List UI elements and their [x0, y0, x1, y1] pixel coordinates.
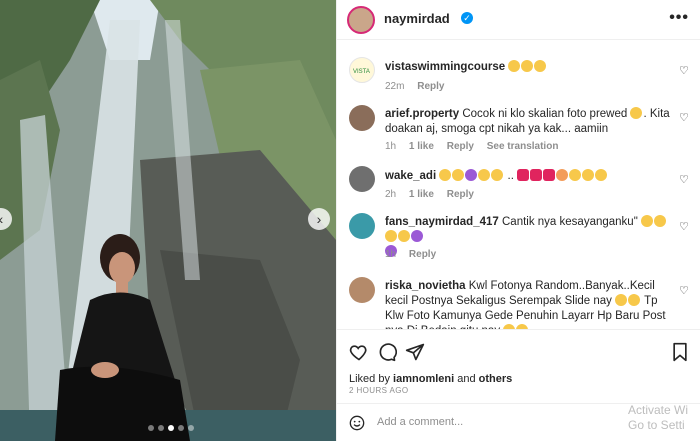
post-photo: ‹ › — [0, 0, 336, 441]
reply-button[interactable]: Reply — [417, 81, 444, 92]
heart-icon[interactable]: ♡ — [679, 113, 689, 124]
heart-icon[interactable]: ♡ — [679, 222, 689, 233]
carousel-dot-active — [168, 425, 174, 431]
vista-logo-icon: VISTA — [353, 69, 370, 75]
heart-emoji-icon — [543, 169, 556, 181]
thumbs-up-emoji-icon — [615, 294, 628, 306]
reply-button[interactable]: Reply — [447, 141, 474, 152]
carousel-dot — [148, 425, 154, 431]
emoji-icon — [478, 169, 491, 181]
avatar[interactable] — [349, 105, 375, 131]
comment-meta: 1h 1 like Reply See translation — [385, 141, 568, 152]
comment-username[interactable]: fans_naymirdad_417 — [385, 216, 499, 228]
comment-content: .. — [504, 170, 514, 182]
post-time: 2 HOURS AGO — [349, 386, 409, 395]
liked-by-others[interactable]: others — [479, 373, 513, 385]
comment-text: wake_adi .. — [385, 169, 675, 184]
more-options-icon[interactable]: ••• — [669, 9, 689, 27]
liked-by-text: Liked by iamnomleni and others — [349, 373, 512, 385]
emoji-icon — [491, 169, 504, 181]
chevron-right-icon[interactable]: › — [308, 208, 330, 230]
heart-eyes-emoji-icon — [521, 60, 534, 72]
emoji-icon — [595, 169, 608, 181]
smile-emoji-icon — [630, 107, 643, 119]
carousel-dot — [178, 425, 184, 431]
smiley-icon[interactable] — [349, 415, 365, 431]
comment-likes[interactable]: 1 like — [409, 189, 434, 200]
emoji-icon — [465, 169, 478, 181]
carousel-dot — [158, 425, 164, 431]
avatar[interactable]: VISTA — [349, 57, 375, 83]
post-actions — [337, 329, 700, 374]
comment-username[interactable]: wake_adi — [385, 170, 436, 182]
comment-text: vistaswimmingcourse — [385, 60, 675, 75]
bookmark-icon[interactable] — [671, 342, 689, 362]
thumbs-up-emoji-icon — [628, 294, 641, 306]
comment-icon[interactable] — [377, 342, 397, 362]
waterfall-image — [0, 0, 336, 441]
comment-time: 1h — [385, 249, 397, 260]
emoji-icon — [556, 169, 569, 181]
heart-eyes-emoji-icon — [534, 60, 547, 72]
comment-text: riska_novietha Kwl Fotonya Random..Banya… — [385, 279, 675, 329]
comment-time: 1h — [385, 141, 397, 152]
avatar[interactable] — [349, 277, 375, 303]
comment-content: Cantik nya kesayanganku" — [502, 216, 638, 228]
purple-heart-emoji-icon — [411, 230, 423, 242]
liked-by-prefix: Liked by — [349, 373, 390, 385]
comment-username[interactable]: riska_novietha — [385, 280, 466, 292]
activate-windows-line: Activate Wi — [628, 403, 689, 417]
carousel-dots — [148, 425, 194, 431]
emoji-icon — [439, 169, 452, 181]
emoji-icon — [569, 169, 582, 181]
post-header: naymirdad ✓ ••• — [337, 0, 700, 40]
liked-by-user[interactable]: iamnomleni — [393, 373, 454, 385]
add-comment-input[interactable] — [377, 416, 627, 428]
heart-icon[interactable]: ♡ — [679, 66, 689, 77]
comment-meta: 22m Reply — [385, 81, 454, 92]
activate-windows-line: Go to Setti — [628, 418, 685, 432]
comment-username[interactable]: vistaswimmingcourse — [385, 61, 505, 73]
reply-button[interactable]: Reply — [409, 249, 436, 260]
see-translation-button[interactable]: See translation — [487, 141, 559, 152]
comment-meta: 2h 1 like Reply — [385, 189, 484, 200]
comment-meta: 1h Reply — [385, 249, 446, 260]
emoji-icon — [640, 215, 653, 227]
comment-time: 22m — [385, 81, 405, 92]
emoji-icon — [452, 169, 465, 181]
heart-eyes-emoji-icon — [508, 60, 521, 72]
comment-content: Cocok ni klo skalian foto prewed — [462, 108, 628, 120]
emoji-icon — [385, 230, 397, 242]
svg-text:VISTA: VISTA — [353, 69, 370, 75]
share-icon[interactable] — [405, 342, 425, 362]
comment-text: arief.property Cocok ni klo skalian foto… — [385, 107, 675, 137]
heart-emoji-icon — [517, 169, 530, 181]
emoji-icon — [582, 169, 595, 181]
post-details-pane: naymirdad ✓ ••• VISTA vistaswimmingcours… — [336, 0, 700, 441]
heart-icon[interactable]: ♡ — [679, 175, 689, 186]
avatar[interactable] — [349, 213, 375, 239]
liked-by-and: and — [457, 373, 476, 385]
carousel-dot — [188, 425, 194, 431]
verified-badge-icon: ✓ — [461, 12, 473, 24]
activate-windows-watermark: Activate Wi Go to Setti — [628, 403, 688, 433]
heart-icon[interactable]: ♡ — [679, 286, 689, 297]
post-username[interactable]: naymirdad — [384, 11, 450, 26]
comments-list: VISTA vistaswimmingcourse 22m Reply ♡ ar… — [337, 41, 700, 329]
avatar[interactable] — [347, 6, 375, 34]
comment-likes[interactable]: 1 like — [409, 141, 434, 152]
avatar[interactable] — [349, 166, 375, 192]
comment-time: 2h — [385, 189, 397, 200]
comment-username[interactable]: arief.property — [385, 108, 459, 120]
reply-button[interactable]: Reply — [447, 189, 474, 200]
emoji-icon — [653, 215, 666, 227]
heart-icon[interactable] — [349, 342, 369, 362]
heart-emoji-icon — [530, 169, 543, 181]
emoji-icon — [398, 230, 410, 242]
